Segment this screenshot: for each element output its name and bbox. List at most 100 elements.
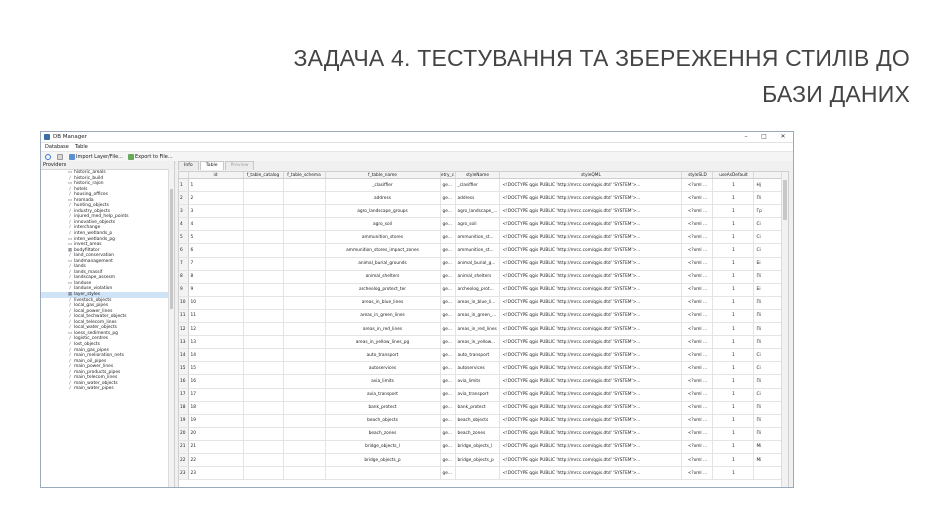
table-cell[interactable] xyxy=(283,427,326,441)
import-layer-button[interactable]: Import Layer/File... xyxy=(69,154,123,160)
table-cell[interactable] xyxy=(753,466,785,481)
table-row[interactable]: 21 21 bridge_objects_l ge... bridge_objects_… xyxy=(179,440,785,454)
table-cell[interactable] xyxy=(283,374,326,389)
table-cell[interactable]: ge... xyxy=(440,335,456,350)
table-cell[interactable]: Сі xyxy=(753,348,785,363)
table-cell[interactable]: Пі xyxy=(753,296,785,310)
table-cell[interactable] xyxy=(243,309,284,324)
table-cell[interactable]: ge... xyxy=(440,283,456,297)
table-row[interactable]: 2 2 address ge... address <!DOCTYPE qgis PUBL… xyxy=(179,191,785,206)
table-cell[interactable]: 1 xyxy=(712,191,755,206)
table-cell[interactable] xyxy=(243,466,284,481)
table-cell[interactable]: bridge_objects_l xyxy=(455,440,501,454)
table-cell[interactable]: <!DOCTYPE qgis PUBLIC 'http://mrcc.com/q… xyxy=(499,414,683,428)
table-cell[interactable]: bridge_objects_p xyxy=(325,453,441,468)
row-header[interactable]: 23 xyxy=(179,466,189,481)
table-cell[interactable]: 12 xyxy=(188,322,244,337)
table-cell[interactable]: <?xml ... xyxy=(681,427,714,441)
table-cell[interactable]: areas_in_blue_lines xyxy=(325,296,441,310)
table-cell[interactable] xyxy=(243,257,284,271)
table-cell[interactable]: Мі xyxy=(753,440,785,454)
table-cell[interactable]: <?xml ... xyxy=(681,230,714,245)
table-row[interactable]: 18 18 bank_protect ge... bank_protect <!DOCTY… xyxy=(179,401,785,415)
table-cell[interactable]: 10 xyxy=(188,296,244,310)
table-cell[interactable]: <!DOCTYPE qgis PUBLIC 'http://mrcc.com/q… xyxy=(499,270,683,284)
table-cell[interactable]: <?xml ... xyxy=(681,283,714,297)
table-cell[interactable]: <?xml ... xyxy=(681,453,714,468)
table-cell[interactable]: ge... xyxy=(440,309,456,324)
table-cell[interactable]: 1 xyxy=(712,401,755,415)
table-row[interactable]: 8 8 animal_shelters ge... animal_shelters <!D… xyxy=(179,270,785,284)
table-cell[interactable]: ammunition_stores xyxy=(325,230,441,245)
table-cell[interactable]: <!DOCTYPE qgis PUBLIC 'http://mrcc.com/q… xyxy=(499,388,683,402)
table-cell[interactable]: 1 xyxy=(712,217,755,232)
table-cell[interactable]: 1 xyxy=(712,296,755,310)
table-cell[interactable]: <?xml ... xyxy=(681,322,714,337)
row-header[interactable]: 7 xyxy=(179,257,189,271)
table-cell[interactable]: ge... xyxy=(440,322,456,337)
menu-database[interactable]: Database xyxy=(45,144,69,150)
table-cell[interactable] xyxy=(283,335,326,350)
menu-table[interactable]: Table xyxy=(75,144,88,150)
table-cell[interactable]: 8 xyxy=(188,270,244,284)
table-cell[interactable] xyxy=(243,361,284,376)
table-cell[interactable]: 3 xyxy=(188,204,244,219)
table-cell[interactable]: 18 xyxy=(188,401,244,415)
table-cell[interactable]: areas_in_red_lines xyxy=(455,322,501,337)
table-cell[interactable]: Бі xyxy=(753,283,785,297)
table-cell[interactable]: <?xml ... xyxy=(681,466,714,481)
table-cell[interactable]: <!DOCTYPE qgis PUBLIC 'http://mrcc.com/q… xyxy=(499,243,683,258)
table-cell[interactable]: ge... xyxy=(440,427,456,441)
table-cell[interactable]: <?xml ... xyxy=(681,335,714,350)
maximize-button[interactable]: □ xyxy=(755,132,773,142)
table-cell[interactable]: animal_burial_g... xyxy=(455,257,501,271)
table-cell[interactable] xyxy=(243,217,284,232)
table-cell[interactable]: 9 xyxy=(188,283,244,297)
table-cell[interactable]: address xyxy=(325,191,441,206)
table-row[interactable]: 11 11 areas_in_green_lines ge... areas_in_gr… xyxy=(179,309,785,324)
table-row[interactable]: 17 17 avia_transport ge... avia_transport <!D… xyxy=(179,388,785,402)
table-cell[interactable] xyxy=(283,283,326,297)
table-cell[interactable]: <!DOCTYPE qgis PUBLIC 'http://mrcc.com/q… xyxy=(499,217,683,232)
table-row[interactable]: 14 14 auto_transport ge... auto_transport <!D… xyxy=(179,348,785,363)
table-cell[interactable]: ge... xyxy=(440,191,456,206)
table-cell[interactable]: ge... xyxy=(440,243,456,258)
table-cell[interactable]: animal_shelters xyxy=(325,270,441,284)
table-cell[interactable] xyxy=(243,270,284,284)
table-cell[interactable]: areas_in_green_lines xyxy=(325,309,441,324)
table-cell[interactable] xyxy=(283,178,326,193)
table-cell[interactable]: bridge_objects_p xyxy=(455,453,501,468)
table-row[interactable]: 13 13 areas_in_yellow_lines_pg ge... areas_i… xyxy=(179,335,785,350)
window-titlebar[interactable]: DB Manager – □ ✕ xyxy=(41,132,793,143)
row-header[interactable]: 9 xyxy=(179,283,189,297)
table-cell[interactable]: <!DOCTYPE qgis PUBLIC 'http://mrcc.com/q… xyxy=(499,230,683,245)
table-cell[interactable]: bank_protect xyxy=(455,401,501,415)
table-cell[interactable] xyxy=(243,414,284,428)
table-cell[interactable] xyxy=(283,401,326,415)
table-cell[interactable]: <!DOCTYPE qgis PUBLIC 'http://mrcc.com/q… xyxy=(499,309,683,324)
table-cell[interactable]: bank_protect xyxy=(325,401,441,415)
table-cell[interactable]: 1 xyxy=(712,204,755,219)
table-cell[interactable]: 16 xyxy=(188,374,244,389)
table-cell[interactable]: <!DOCTYPE qgis PUBLIC 'http://mrcc.com/q… xyxy=(499,348,683,363)
table-cell[interactable]: 1 xyxy=(712,309,755,324)
table-cell[interactable]: 2 xyxy=(188,191,244,206)
table-cell[interactable]: Пі xyxy=(753,270,785,284)
table-cell[interactable]: Пі xyxy=(753,322,785,337)
table-cell[interactable]: beach_objects xyxy=(455,414,501,428)
table-cell[interactable]: 1 xyxy=(712,178,755,193)
table-cell[interactable] xyxy=(283,453,326,468)
table-cell[interactable] xyxy=(283,204,326,219)
table-row[interactable]: 7 7 animal_burial_grounds ge... animal_buria… xyxy=(179,257,785,271)
tab-info[interactable]: Info xyxy=(178,161,199,170)
table-cell[interactable]: <!DOCTYPE qgis PUBLIC 'http://mrcc.com/q… xyxy=(499,374,683,389)
row-header[interactable]: 18 xyxy=(179,401,189,415)
table-cell[interactable]: Пі xyxy=(753,414,785,428)
table-cell[interactable]: Сі xyxy=(753,361,785,376)
table-cell[interactable]: 1 xyxy=(712,440,755,454)
table-cell[interactable] xyxy=(283,296,326,310)
table-cell[interactable]: ge... xyxy=(440,178,456,193)
table-cell[interactable]: autoservices xyxy=(325,361,441,376)
close-button[interactable]: ✕ xyxy=(773,132,793,142)
table-cell[interactable]: 15 xyxy=(188,361,244,376)
